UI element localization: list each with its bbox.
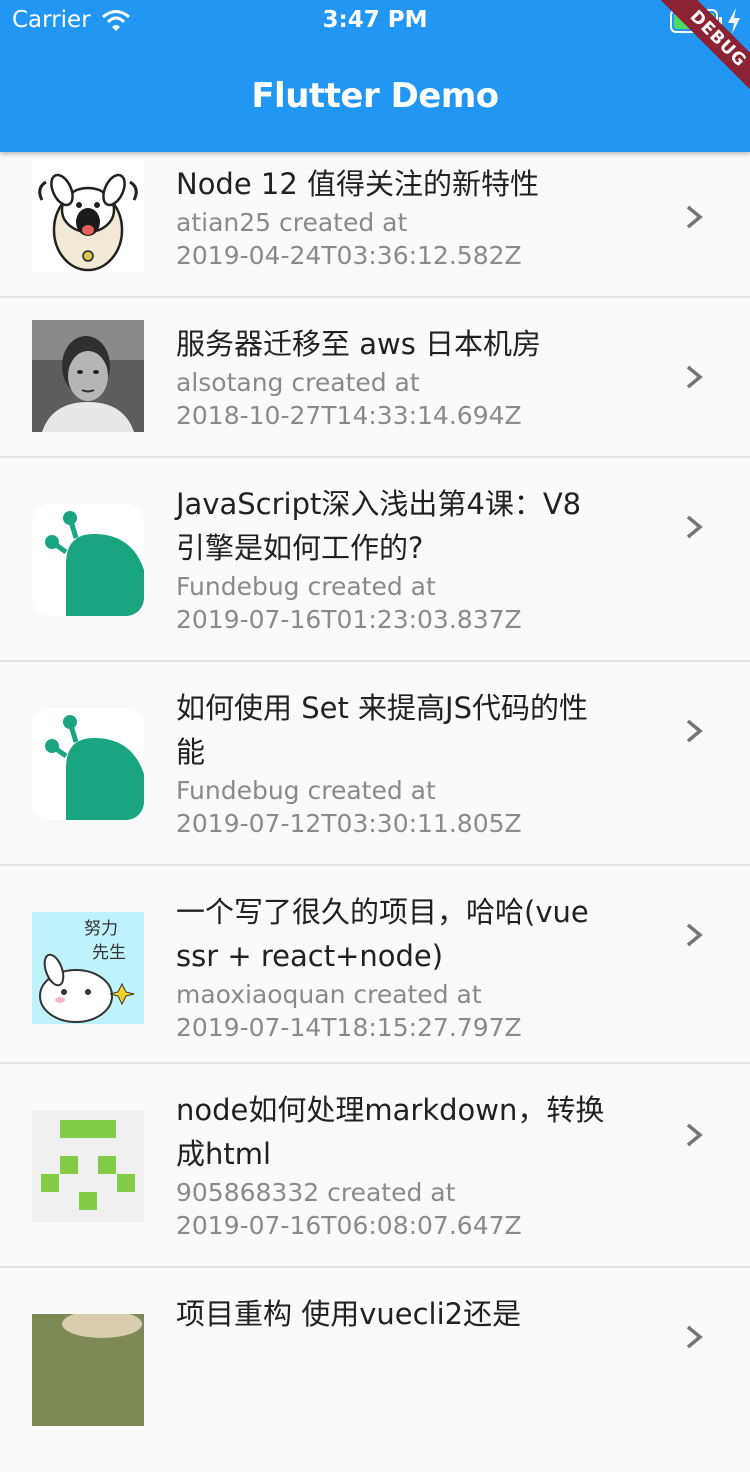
item-date: 2019-07-12T03:30:11.805Z [176,809,522,838]
avatar [32,160,144,272]
item-title: node如何处理markdown，转换 [176,1093,605,1127]
item-author: Fundebug created at [176,776,436,805]
item-title: 成html [176,1137,272,1171]
item-date: 2019-07-14T18:15:27.797Z [176,1013,522,1042]
item-title: JavaScript深入浅出第4课：V8 [176,487,582,521]
chevron-right-icon [686,1325,703,1349]
avatar-caption: 努力 [84,919,118,939]
item-title: 引擎是如何工作的? [176,531,424,565]
status-time: 3:47 PM [322,7,428,33]
chevron-right-icon [686,515,703,539]
topic-list[interactable]: Node 12 值得关注的新特性 atian25 created at 2019… [0,0,750,1426]
item-title: 项目重构 使用vuecli2还是 [176,1297,522,1331]
item-author: maoxiaoquan created at [176,980,482,1009]
item-date: 2018-10-27T14:33:14.694Z [176,401,522,430]
chevron-right-icon [686,923,703,947]
cartoon-dog-icon [38,173,138,272]
chevron-right-icon [686,1123,703,1147]
item-title: 能 [176,735,206,769]
avatar: 努力 先生 [32,912,144,1024]
fundebug-logo-icon [32,504,144,616]
item-author: alsotang created at [176,368,420,397]
app-header: Carrier 3:47 PM Flutter Demo DEBUG [0,0,750,152]
chevron-right-icon [686,719,703,743]
avatar [32,1110,144,1222]
item-date: 2019-07-16T01:23:03.837Z [176,605,522,634]
avatar [32,1314,144,1426]
fundebug-logo-icon [32,708,144,820]
status-bar: Carrier 3:47 PM [0,0,750,40]
list-item[interactable]: JavaScript深入浅出第4课：V8 引擎是如何工作的? Fundebug … [0,458,750,662]
item-date: 2019-07-16T06:08:07.647Z [176,1211,522,1240]
item-author: Fundebug created at [176,572,436,601]
item-date: 2019-04-24T03:36:12.582Z [176,241,522,270]
chevron-right-icon [686,205,703,229]
page-title: Flutter Demo [251,76,499,116]
avatar [32,708,144,820]
list-item[interactable]: Node 12 值得关注的新特性 atian25 created at 2019… [0,140,750,298]
item-author: 905868332 created at [176,1178,456,1207]
rabbit-cartoon-icon: 努力 先生 [32,912,144,1024]
list-item[interactable]: 项目重构 使用vuecli2还是 [0,1268,750,1472]
item-author: atian25 created at [176,208,408,237]
list-item[interactable]: node如何处理markdown，转换 成html 905868332 crea… [0,1064,750,1268]
item-title: 如何使用 Set 来提高JS代码的性 [176,691,589,725]
item-title: 一个写了很久的项目，哈哈(vue [176,895,589,929]
charging-bolt-icon [728,8,740,34]
list-item[interactable]: 如何使用 Set 来提高JS代码的性 能 Fundebug created at… [0,662,750,866]
identicon-icon [32,1110,144,1222]
avatar-caption: 先生 [92,943,126,963]
photo-icon [32,1314,144,1426]
item-title: 服务器迁移至 aws 日本机房 [176,327,542,361]
list-item[interactable]: 努力 先生 一个写了很久的项目，哈哈(vue ssr + react+node)… [0,866,750,1064]
avatar [32,504,144,616]
item-title: Node 12 值得关注的新特性 [176,167,540,201]
person-photo-icon [32,320,144,432]
chevron-right-icon [686,365,703,389]
list-item[interactable]: 服务器迁移至 aws 日本机房 alsotang created at 2018… [0,298,750,458]
item-title: ssr + react+node) [176,939,444,973]
avatar [32,320,144,432]
